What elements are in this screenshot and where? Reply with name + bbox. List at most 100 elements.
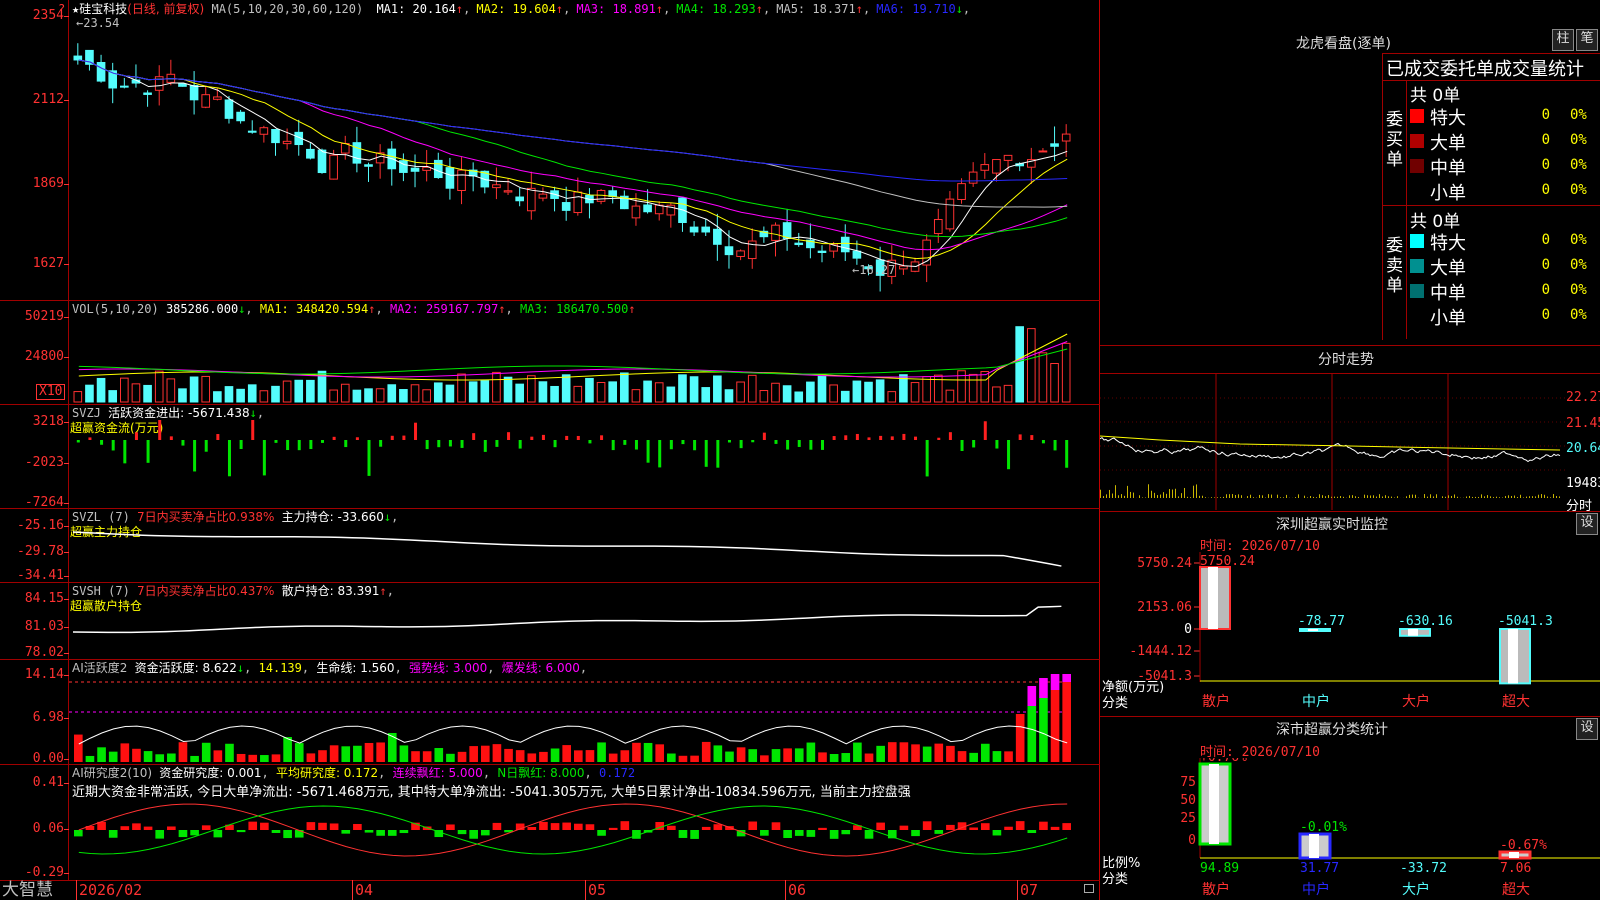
stat-unit-cat: 分类 xyxy=(1102,872,1129,887)
candle-body xyxy=(329,154,338,180)
activity-bar xyxy=(469,746,478,762)
stat-bar-chart[interactable]: 75 50 25 0 +0.76% 94.89 散户 -0.01% 31.77 中户 -33.72 大… xyxy=(1100,758,1600,900)
lock-icon[interactable] xyxy=(1084,884,1094,893)
research-bar xyxy=(341,830,351,834)
monitor-bar-chart[interactable]: 5750.24 2153.06 0 -1444.12 -5041.3 5750.24 散户 -… xyxy=(1100,552,1600,712)
activity-bar xyxy=(225,743,234,762)
volume-bar xyxy=(573,385,583,403)
research-y-tick: 0.41 xyxy=(32,775,64,790)
research-bar xyxy=(283,830,292,839)
activity-bar xyxy=(899,742,909,762)
ai-research-chart[interactable] xyxy=(69,780,1099,880)
intraday-vol-bar xyxy=(1109,489,1110,498)
svzl-hold-chart[interactable] xyxy=(69,518,1099,582)
activity-bar xyxy=(934,743,944,762)
tick-mode-button[interactable]: 笔 xyxy=(1576,29,1598,51)
candle-body xyxy=(980,164,990,171)
research-bar xyxy=(167,826,176,830)
svzl-line xyxy=(72,531,1062,567)
ai-active-chart[interactable] xyxy=(69,674,1099,764)
monitor-cat-label: 中户 xyxy=(1302,693,1330,710)
volume-bar xyxy=(526,375,536,403)
monitor-bar-highlight xyxy=(1408,629,1418,636)
buy-row-pct: 0% xyxy=(1570,107,1587,123)
monitor-settings-button[interactable]: 设 xyxy=(1576,513,1598,535)
intraday-vol-bar xyxy=(1469,495,1470,498)
intraday-vol-bar xyxy=(1349,495,1350,498)
research-bar xyxy=(806,830,816,837)
stat-settings-button[interactable]: 设 xyxy=(1576,718,1598,740)
activity-bar xyxy=(120,743,130,762)
flow-bar xyxy=(262,440,266,476)
candle-body xyxy=(608,190,618,197)
research-bar xyxy=(1027,830,1037,834)
intraday-chart[interactable] xyxy=(1100,374,1565,510)
divider-vol-svzj xyxy=(0,404,1100,405)
stat-top-border xyxy=(1100,716,1600,717)
svzl-y-tick: -34.41 xyxy=(17,568,64,583)
volume-chart[interactable] xyxy=(69,316,1099,404)
activity-bar xyxy=(294,743,304,762)
intraday-vol-bar xyxy=(1202,495,1203,498)
intraday-vol-bar xyxy=(1517,497,1518,498)
candle-body xyxy=(271,128,280,144)
flow-bar xyxy=(983,421,987,440)
flow-bar xyxy=(472,433,476,440)
research-bar xyxy=(841,830,851,835)
research-bar xyxy=(667,825,676,830)
flow-bar xyxy=(414,422,418,440)
candle-body xyxy=(247,130,257,133)
intraday-vol-bar xyxy=(1232,494,1233,498)
intraday-vol-bar xyxy=(1247,496,1248,498)
activity-bar xyxy=(632,742,641,762)
volume-bar xyxy=(1026,328,1036,403)
volume-bar xyxy=(968,373,978,403)
stat-top-value: +0.76% xyxy=(1200,758,1247,765)
activity-bar xyxy=(504,748,513,762)
research-bar xyxy=(864,830,874,839)
activity-bar xyxy=(748,749,758,762)
activity-bar xyxy=(701,741,711,762)
candle-body xyxy=(282,140,292,145)
activity-bar xyxy=(550,748,560,762)
intraday-vol-bar xyxy=(1553,494,1554,498)
x-axis-tick xyxy=(352,880,353,900)
flow-bar xyxy=(216,434,220,440)
flow-bar xyxy=(797,440,801,447)
bar-mode-button[interactable]: 柱 xyxy=(1552,29,1574,51)
research-bar xyxy=(74,830,83,837)
flow-bar xyxy=(379,440,383,447)
intraday-vol-bar xyxy=(1334,496,1335,498)
buy-row-pct: 0% xyxy=(1570,157,1587,173)
low-price-mark: ←16.27 xyxy=(852,263,896,277)
volume-bar xyxy=(689,376,699,403)
stat-bottom-value: 7.06 xyxy=(1500,861,1531,876)
research-bar xyxy=(899,825,909,830)
intraday-vol-bar xyxy=(1442,496,1443,498)
chart-area[interactable]: ★硅宝科技(日线, 前复权) MA(5,10,20,30,60,120) MA1… xyxy=(0,0,1100,900)
candle-body xyxy=(654,204,664,215)
flow-bar xyxy=(169,436,173,440)
volume-bar xyxy=(992,386,1001,403)
activity-bar xyxy=(434,748,444,762)
intraday-vol-bar xyxy=(1391,496,1392,498)
flow-bar xyxy=(204,440,208,452)
intraday-vol-bar xyxy=(1238,494,1239,498)
svzl-y-tick: -25.16 xyxy=(17,518,64,533)
activity-bar xyxy=(841,753,851,762)
activity-bar xyxy=(760,755,769,762)
stat-bottom-value: 31.77 xyxy=(1300,861,1339,876)
x-axis-label: 07 xyxy=(1020,881,1039,899)
intraday-vol-bar xyxy=(1316,497,1317,498)
flow-bar xyxy=(774,440,778,444)
svsh-hold-chart[interactable] xyxy=(69,592,1099,659)
main-y-tick: 1869 xyxy=(32,176,64,191)
candlestick-chart[interactable] xyxy=(69,18,1099,300)
research-bar xyxy=(1050,826,1060,830)
intraday-vol-bar xyxy=(1550,497,1551,498)
svzj-flow-chart[interactable] xyxy=(69,420,1099,508)
intraday-vol-bar xyxy=(1205,497,1206,498)
intraday-vol-bar xyxy=(1523,497,1524,498)
flow-bar xyxy=(286,440,290,451)
activity-bar xyxy=(655,744,665,762)
